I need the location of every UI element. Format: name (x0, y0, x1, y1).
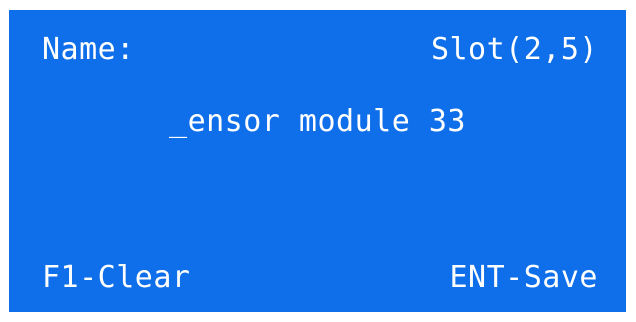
field-label: Name: (42, 32, 135, 67)
clear-softkey[interactable]: F1-Clear (42, 260, 191, 296)
slot-indicator: Slot(2,5) (430, 32, 598, 67)
text-cursor: _ (169, 104, 188, 139)
name-edit-field[interactable]: _ensor module 33 (9, 104, 626, 140)
name-value-text: ensor module 33 (187, 104, 466, 139)
save-softkey[interactable]: ENT-Save (450, 260, 599, 296)
lcd-screen: Name: Slot(2,5) _ensor module 33 F1-Clea… (9, 10, 626, 312)
